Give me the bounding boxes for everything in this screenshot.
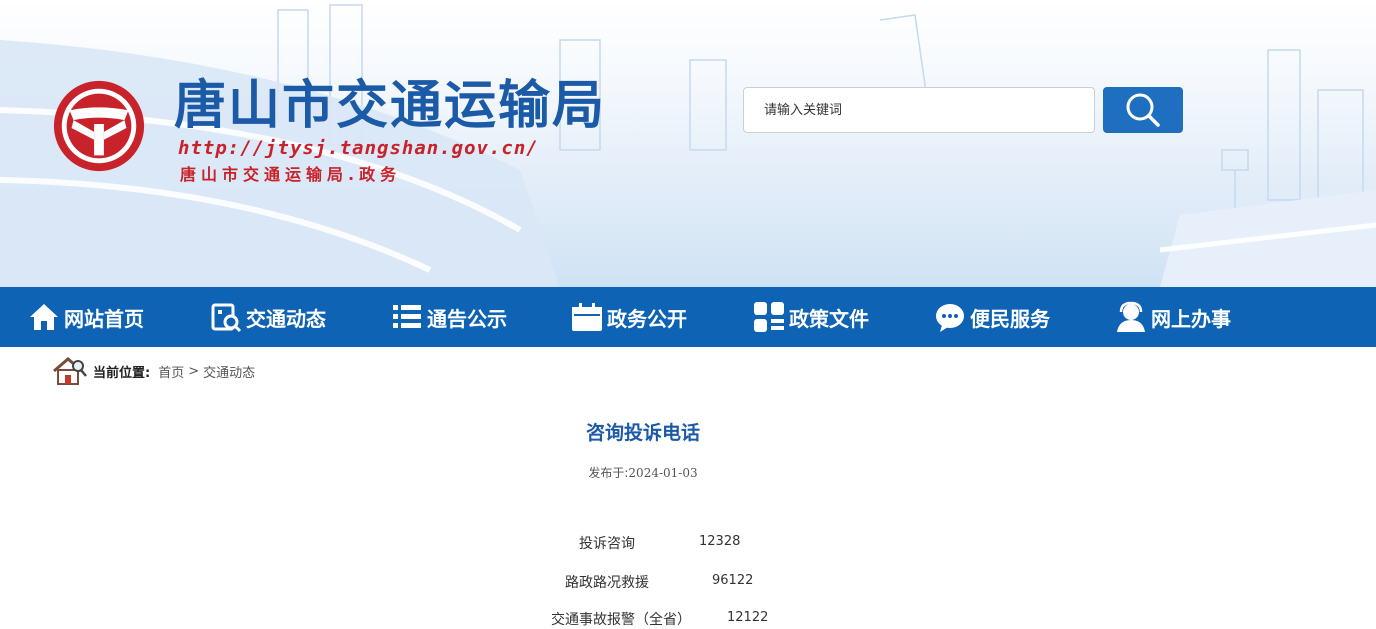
nav-label: 交通动态	[246, 306, 326, 331]
site-name: 唐山市交通运输局	[174, 76, 607, 136]
search-button[interactable]	[1103, 87, 1183, 133]
breadcrumb-link-traffic-news[interactable]: 交通动态	[203, 362, 255, 381]
breadcrumb-link-home[interactable]: 首页	[158, 362, 184, 381]
nav-item-home[interactable]: 网站首页	[28, 287, 144, 347]
nav-label: 政务公开	[607, 306, 687, 331]
nav-item-online-services[interactable]: 网上办事	[1115, 287, 1231, 347]
site-subtitle: 唐山市交通运输局.政务	[180, 165, 402, 184]
contact-number: 12328	[699, 534, 741, 549]
contact-number: 12122	[727, 610, 769, 625]
search-box	[743, 87, 1095, 133]
breadcrumb: 当前位置: 首页 > 交通动态	[52, 356, 255, 386]
grid-icon	[753, 301, 785, 333]
publish-date-label: 发布于:	[588, 466, 629, 480]
chat-bubble-icon	[934, 301, 966, 333]
contact-name: 路政路况救援	[565, 575, 649, 591]
nav-item-gov-affairs[interactable]: 政务公开	[571, 287, 687, 347]
contact-name: 投诉咨询	[579, 536, 635, 552]
nav-item-policy-docs[interactable]: 政策文件	[753, 287, 869, 347]
nav-label: 网站首页	[64, 306, 144, 331]
contact-number: 96122	[712, 573, 754, 588]
breadcrumb-separator: >	[188, 363, 200, 379]
search-input[interactable]	[744, 88, 1094, 132]
nav-label: 便民服务	[970, 306, 1050, 331]
contact-name: 交通事故报警（全省）	[551, 612, 691, 628]
calendar-icon	[571, 301, 603, 333]
transport-emblem-icon	[53, 80, 145, 172]
nav-label: 政策文件	[789, 306, 869, 331]
article-title: 咨询投诉电话	[585, 422, 700, 444]
home-icon	[28, 301, 60, 333]
nav-label: 通告公示	[427, 306, 507, 331]
publish-date: 发布于:2024-01-03	[0, 464, 1286, 481]
nav-label: 网上办事	[1151, 306, 1231, 331]
nav-item-traffic-news[interactable]: 交通动态	[210, 287, 326, 347]
publish-date-value: 2024-01-03	[628, 466, 698, 480]
nav-item-public-services[interactable]: 便民服务	[934, 287, 1050, 347]
user-service-icon	[1115, 301, 1147, 333]
main-nav: 网站首页 交通动态 通告公示 政务公开 政策文件 便民服务 网上办事	[0, 287, 1376, 347]
list-icon	[391, 301, 423, 333]
house-magnifier-icon	[53, 357, 87, 385]
site-header: 唐山市交通运输局 http://jtysj.tangshan.gov.cn/ 唐…	[0, 0, 1376, 287]
breadcrumb-label: 当前位置:	[93, 365, 151, 381]
news-search-icon	[210, 301, 242, 333]
nav-item-notices[interactable]: 通告公示	[391, 287, 507, 347]
search-icon	[1126, 93, 1160, 127]
site-url: http://jtysj.tangshan.gov.cn/	[178, 137, 539, 159]
